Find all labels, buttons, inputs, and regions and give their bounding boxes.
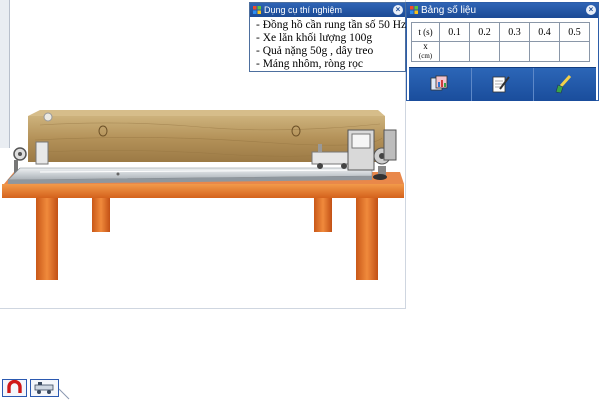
x-cell[interactable]: [469, 41, 500, 62]
window-icon: [253, 6, 261, 14]
chart-button[interactable]: [409, 68, 472, 101]
edit-button[interactable]: [471, 68, 534, 101]
magnet-button[interactable]: [2, 379, 27, 397]
equipment-panel-title: Dụng cụ thí nghiệm: [264, 5, 343, 15]
close-icon[interactable]: ×: [393, 5, 403, 15]
equipment-item: - Đồng hồ cần rung tần số 50 Hz: [256, 19, 407, 31]
magnet-icon: [7, 379, 22, 393]
x-row-header: x (cm): [411, 41, 440, 62]
cart-icon: [34, 382, 54, 394]
x-cell[interactable]: [499, 41, 530, 62]
data-panel-titlebar[interactable]: Bảng số liệu ×: [407, 3, 598, 18]
window-icon: [410, 6, 418, 14]
resize-grip-icon: [58, 388, 70, 400]
edit-pen-icon: [492, 76, 510, 93]
x-unit: (cm): [418, 52, 433, 60]
equipment-panel: Dụng cụ thí nghiệm × - Đồng hồ cần rung …: [249, 2, 406, 72]
eraser-brush-icon: [555, 74, 572, 94]
data-table: t (s) 0.1 0.2 0.3 0.4 0.5 x (cm): [411, 22, 590, 62]
x-label: x: [423, 41, 428, 51]
equipment-list: - Đồng hồ cần rung tần số 50 Hz - Xe lăn…: [250, 17, 407, 71]
table-legs: [36, 196, 378, 280]
x-cell[interactable]: [439, 41, 470, 62]
data-table-panel: Bảng số liệu × t (s) 0.1 0.2 0.3 0.4 0.5…: [406, 2, 599, 101]
t-cell: 0.1: [439, 22, 470, 42]
clear-button[interactable]: [533, 68, 595, 101]
table-row: t (s) 0.1 0.2 0.3 0.4 0.5: [411, 22, 590, 42]
data-toolbar: [409, 67, 596, 101]
equipment-item: - Quả nặng 50g , dây treo: [256, 45, 374, 57]
close-icon[interactable]: ×: [586, 5, 596, 15]
table-row: x (cm): [411, 41, 590, 62]
t-cell: 0.2: [469, 22, 500, 42]
equipment-panel-titlebar[interactable]: Dụng cụ thí nghiệm ×: [250, 3, 405, 17]
x-cell[interactable]: [559, 41, 590, 62]
t-row-header: t (s): [411, 22, 440, 42]
chart-icon: [430, 75, 448, 91]
data-panel-title: Bảng số liệu: [421, 5, 477, 16]
t-cell: 0.5: [559, 22, 590, 42]
equipment-item: - Xe lăn khối lượng 100g: [256, 32, 373, 44]
t-cell: 0.3: [499, 22, 530, 42]
cart-button[interactable]: [30, 379, 59, 397]
x-cell[interactable]: [529, 41, 560, 62]
t-cell: 0.4: [529, 22, 560, 42]
equipment-item: - Máng nhôm, ròng rọc: [256, 58, 363, 70]
